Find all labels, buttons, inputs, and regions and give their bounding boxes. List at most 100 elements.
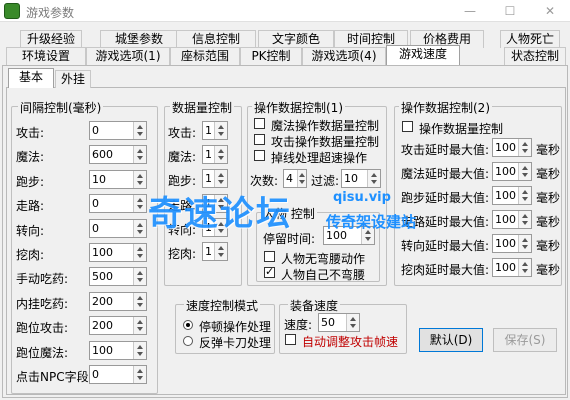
- interval-spinner[interactable]: 0: [89, 218, 147, 238]
- arrow-down-icon[interactable]: [522, 221, 528, 225]
- delay-spinner[interactable]: 100: [492, 258, 532, 277]
- equip-speed-spinner[interactable]: 50: [318, 313, 360, 332]
- interval-spinner[interactable]: 600: [89, 145, 147, 165]
- arrow-down-icon[interactable]: [137, 205, 143, 210]
- spinner-arrows[interactable]: [518, 187, 531, 204]
- interval-spinner[interactable]: 10: [89, 169, 147, 189]
- arrow-down-icon[interactable]: [137, 278, 143, 283]
- arrow-up-icon[interactable]: [218, 246, 224, 250]
- spinner-arrows[interactable]: [133, 292, 146, 310]
- interval-spinner[interactable]: 200: [89, 291, 147, 311]
- arrow-down-icon[interactable]: [137, 327, 143, 332]
- checkbox-box[interactable]: [264, 265, 275, 278]
- arrow-up-icon[interactable]: [522, 166, 528, 170]
- spinner-arrows[interactable]: [133, 122, 146, 139]
- arrow-up-icon[interactable]: [522, 262, 528, 266]
- mode-radio[interactable]: 反弹卡刀处理: [183, 334, 273, 350]
- arrow-down-icon[interactable]: [137, 254, 143, 258]
- arrow-down-icon[interactable]: [137, 132, 143, 136]
- spinner-arrows[interactable]: [133, 366, 146, 383]
- arrow-up-icon[interactable]: [137, 198, 143, 203]
- arrow-up-icon[interactable]: [218, 173, 224, 178]
- spinner-arrows[interactable]: [133, 268, 146, 286]
- arrow-down-icon[interactable]: [218, 132, 224, 136]
- spinner-arrows[interactable]: [346, 314, 359, 331]
- arrow-down-icon[interactable]: [522, 197, 528, 201]
- arrow-up-icon[interactable]: [137, 271, 143, 276]
- checkbox-box[interactable]: [402, 121, 413, 132]
- arrow-down-icon[interactable]: [137, 302, 143, 307]
- radio-circle[interactable]: [183, 336, 193, 346]
- spinner-arrows[interactable]: [518, 259, 531, 276]
- interval-spinner[interactable]: 200: [89, 316, 147, 336]
- interval-spinner[interactable]: 100: [89, 340, 147, 360]
- spinner-arrows[interactable]: [367, 170, 380, 187]
- checkbox-box[interactable]: [254, 134, 265, 145]
- spinner-arrows[interactable]: [518, 139, 531, 156]
- arrow-down-icon[interactable]: [218, 156, 224, 161]
- arrow-up-icon[interactable]: [137, 222, 143, 227]
- spinner-arrows[interactable]: [133, 341, 146, 359]
- arrow-up-icon[interactable]: [218, 149, 224, 154]
- arrow-down-icon[interactable]: [137, 376, 143, 380]
- arrow-up-icon[interactable]: [137, 369, 143, 373]
- delay-spinner[interactable]: 100: [492, 162, 532, 181]
- arrow-up-icon[interactable]: [218, 125, 224, 129]
- arrow-down-icon[interactable]: [137, 156, 143, 161]
- checkbox-box[interactable]: [254, 118, 265, 129]
- spinner-arrows[interactable]: [518, 163, 531, 180]
- interval-spinner[interactable]: 0: [89, 121, 147, 140]
- arrow-up-icon[interactable]: [137, 149, 143, 154]
- checkbox-box[interactable]: [264, 251, 275, 262]
- op2-checkbox[interactable]: 操作数据量控制: [402, 120, 552, 136]
- arrow-up-icon[interactable]: [137, 247, 143, 251]
- spinner-arrows[interactable]: [518, 211, 531, 228]
- count-spinner[interactable]: 1: [202, 121, 228, 140]
- op1-checkbox[interactable]: 魔法操作数据量控制: [254, 117, 384, 133]
- spinner-arrows[interactable]: [133, 317, 146, 335]
- spinner-arrows[interactable]: [214, 170, 227, 188]
- arrow-up-icon[interactable]: [137, 295, 143, 300]
- spinner-arrows[interactable]: [133, 170, 146, 188]
- count-spinner[interactable]: 1: [202, 242, 228, 261]
- auto-adjust-checkbox[interactable]: 自动调整攻击帧速: [285, 333, 405, 349]
- arrow-down-icon[interactable]: [218, 253, 224, 257]
- arrow-down-icon[interactable]: [522, 149, 528, 153]
- interval-spinner[interactable]: 100: [89, 243, 147, 262]
- arrow-down-icon[interactable]: [137, 180, 143, 185]
- op1-checkbox[interactable]: 掉线处理超速操作: [254, 149, 384, 165]
- spinner-arrows[interactable]: [133, 244, 146, 261]
- checkbox-box[interactable]: [285, 334, 296, 345]
- char-checkbox[interactable]: 人物无弯腰动作: [264, 250, 376, 266]
- delay-spinner[interactable]: 100: [492, 234, 532, 253]
- delay-spinner[interactable]: 100: [492, 210, 532, 229]
- arrow-up-icon[interactable]: [522, 214, 528, 218]
- spinner-arrows[interactable]: [133, 195, 146, 213]
- arrow-down-icon[interactable]: [522, 245, 528, 249]
- default-button[interactable]: 默认(D): [419, 328, 483, 352]
- arrow-up-icon[interactable]: [522, 238, 528, 242]
- spinner-arrows[interactable]: [133, 219, 146, 237]
- op1-checkbox[interactable]: 攻击操作数据量控制: [254, 133, 384, 149]
- count-spinner[interactable]: 1: [202, 145, 228, 165]
- spinner-arrows[interactable]: [518, 235, 531, 252]
- spinner-arrows[interactable]: [214, 122, 227, 139]
- delay-spinner[interactable]: 100: [492, 138, 532, 157]
- arrow-up-icon[interactable]: [522, 142, 528, 146]
- arrow-down-icon[interactable]: [522, 269, 528, 273]
- interval-spinner[interactable]: 500: [89, 267, 147, 287]
- spinner-arrows[interactable]: [297, 170, 306, 187]
- checkbox-box[interactable]: [254, 150, 265, 161]
- delay-spinner[interactable]: 100: [492, 186, 532, 205]
- save-button[interactable]: 保存(S): [493, 328, 557, 352]
- spinner-arrows[interactable]: [214, 146, 227, 164]
- arrow-down-icon[interactable]: [218, 180, 224, 185]
- arrow-up-icon[interactable]: [522, 190, 528, 194]
- radio-circle[interactable]: [183, 320, 193, 330]
- arrow-down-icon[interactable]: [522, 173, 528, 177]
- mode-radio[interactable]: 停顿操作处理: [183, 318, 273, 334]
- arrow-up-icon[interactable]: [137, 173, 143, 178]
- spinner-arrows[interactable]: [133, 146, 146, 164]
- filter-spinner[interactable]: 10: [341, 169, 381, 188]
- arrow-down-icon[interactable]: [137, 229, 143, 234]
